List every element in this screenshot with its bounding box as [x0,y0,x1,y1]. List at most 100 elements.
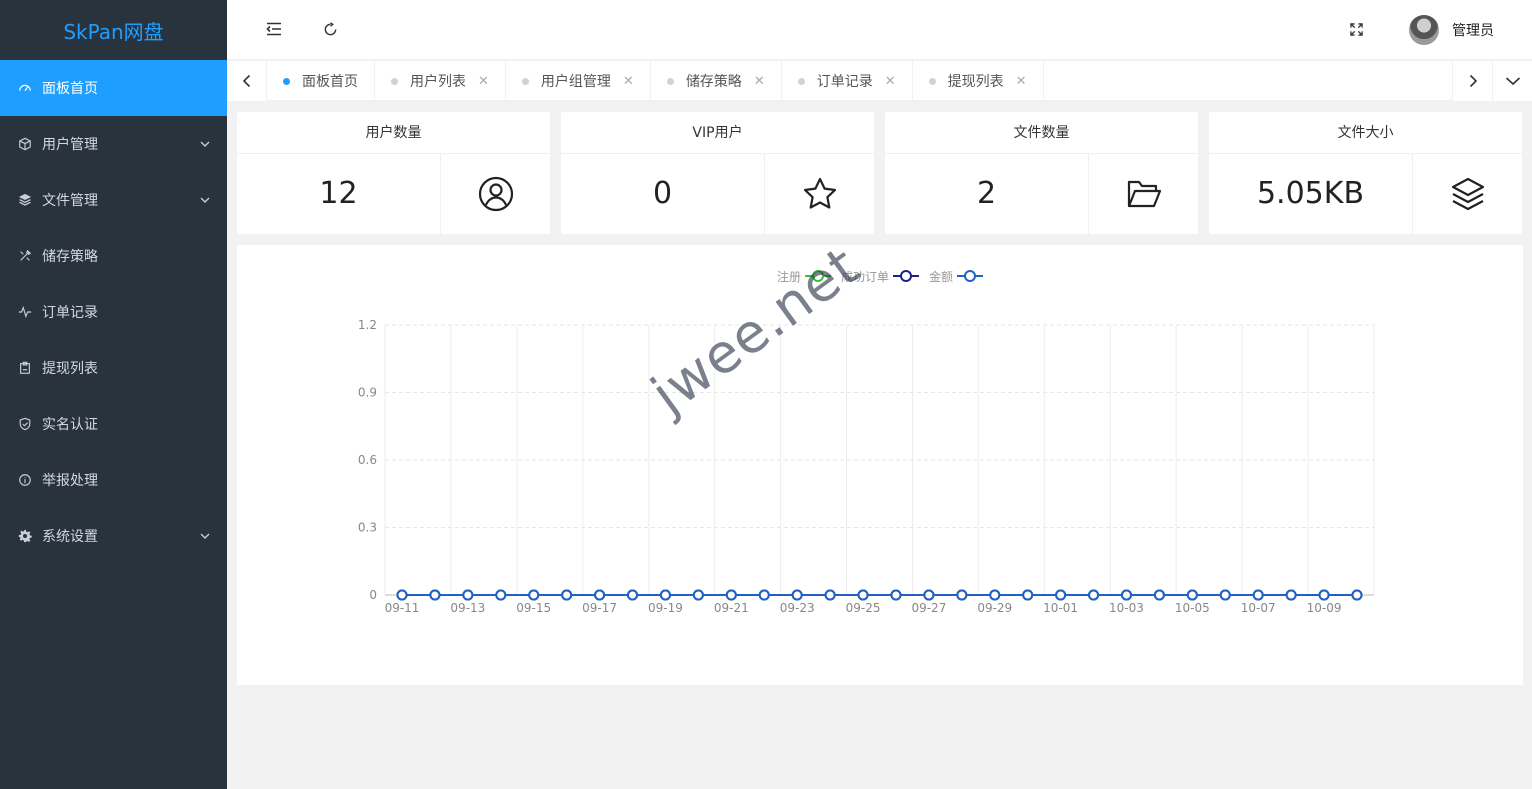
chevron-down-icon [1505,77,1520,86]
tab-dashboard[interactable]: 面板首页 [267,61,375,101]
data-point [659,589,671,601]
stat-card-users: 用户数量 12 [237,112,550,234]
sidebar-item-order-records[interactable]: 订单记录 [0,284,227,340]
refresh-button[interactable] [319,18,341,40]
app-logo[interactable]: SkPan网盘 [0,0,227,60]
data-point [857,589,869,601]
data-point [1055,589,1067,601]
data-point [956,589,968,601]
sidebar-item-label: 系统设置 [42,529,98,545]
data-point [824,589,836,601]
collapse-menu-button[interactable] [263,18,285,40]
top-bar: 管理员 [227,0,1532,60]
sidebar-item-real-name-auth[interactable]: 实名认证 [0,396,227,452]
data-point [1219,589,1231,601]
sidebar-item-label: 储存策略 [42,249,98,265]
stat-cards: 用户数量 12 VIP用户 0 文件数量 2 文件大小 5.05KB [237,112,1523,234]
data-point [725,589,737,601]
avatar [1409,15,1439,45]
tab-storage-policy[interactable]: 储存策略 ✕ [651,61,782,101]
data-point [1153,589,1165,601]
stat-title: 文件大小 [1209,112,1522,154]
y-tick-label: 0.6 [358,453,377,467]
data-point [1351,589,1363,601]
sidebar-item-label: 文件管理 [42,193,98,209]
data-point [462,589,474,601]
menu-fold-icon [266,22,281,36]
data-point [791,589,803,601]
stat-value: 12 [237,154,441,234]
tab-user-list[interactable]: 用户列表 ✕ [375,61,506,101]
sidebar-item-storage-policy[interactable]: 储存策略 [0,228,227,284]
stat-card-files: 文件数量 2 [885,112,1198,234]
close-icon[interactable]: ✕ [885,74,896,89]
tab-label: 用户组管理 [540,74,611,90]
y-tick-label: 1.2 [358,318,377,332]
sidebar-item-label: 用户管理 [42,137,98,153]
stat-title: VIP用户 [561,112,874,154]
tab-bar: 面板首页 用户列表 ✕ 用户组管理 ✕ 储存策略 ✕ 订单记录 ✕ 提现列表 ✕ [227,61,1532,101]
data-point [890,589,902,601]
tab-label: 订单记录 [816,74,873,90]
sidebar-item-report-handling[interactable]: 举报处理 [0,452,227,508]
chevron-down-icon [200,197,210,203]
stat-card-filesize: 文件大小 5.05KB [1209,112,1522,234]
sidebar-item-user-management[interactable]: 用户管理 [0,116,227,172]
x-tick-label: 10-03 [1109,601,1144,615]
sidebar-item-system-settings[interactable]: 系统设置 [0,508,227,564]
stat-value: 2 [885,154,1089,234]
x-tick-label: 09-21 [714,601,749,615]
data-point [627,589,639,601]
y-tick-label: 0 [369,588,377,602]
x-tick-label: 10-09 [1307,601,1342,615]
close-icon[interactable]: ✕ [1016,74,1027,89]
cube-icon [17,136,33,152]
sidebar: SkPan网盘 面板首页 用户管理 文件管理 储存策略 订单记录 提现列表 实名… [0,0,227,789]
user-menu[interactable]: 管理员 [1409,14,1494,46]
close-icon[interactable]: ✕ [754,74,765,89]
fullscreen-button[interactable] [1345,18,1367,40]
close-icon[interactable]: ✕ [623,74,634,89]
data-point [1120,589,1132,601]
data-point [396,589,408,601]
data-point [1285,589,1297,601]
tabs-scroll-left-button[interactable] [227,61,267,101]
x-tick-label: 09-19 [648,601,683,615]
chevron-down-icon [200,533,210,539]
tab-label: 提现列表 [947,74,1004,90]
x-tick-label: 09-27 [911,601,946,615]
sidebar-item-withdraw-list[interactable]: 提现列表 [0,340,227,396]
folder-open-icon [1090,154,1198,234]
user-circle-icon [442,154,550,234]
tabs-scroll-right-button[interactable] [1452,61,1492,101]
tab-withdraw-list[interactable]: 提现列表 ✕ [913,61,1044,101]
tab-user-group[interactable]: 用户组管理 ✕ [506,61,651,101]
stat-title: 文件数量 [885,112,1198,154]
tab-list: 面板首页 用户列表 ✕ 用户组管理 ✕ 储存策略 ✕ 订单记录 ✕ 提现列表 ✕ [267,61,1044,101]
sidebar-item-dashboard[interactable]: 面板首页 [0,60,227,116]
data-point [1318,589,1330,601]
tab-dot-icon [797,77,805,85]
data-point [989,589,1001,601]
y-tick-label: 0.3 [358,521,377,535]
x-tick-label: 10-05 [1175,601,1210,615]
data-point [1088,589,1100,601]
sidebar-item-file-management[interactable]: 文件管理 [0,172,227,228]
tab-dot-icon [928,77,936,85]
data-point [495,589,507,601]
dashboard-icon [17,80,33,96]
data-point [923,589,935,601]
data-point [594,589,606,601]
tabs-menu-button[interactable] [1492,61,1532,101]
fullscreen-icon [1349,22,1363,36]
close-icon[interactable]: ✕ [478,74,489,89]
stat-title: 用户数量 [237,112,550,154]
star-icon [766,154,874,234]
tab-order-records[interactable]: 订单记录 ✕ [782,61,913,101]
y-tick-label: 0.9 [358,386,377,400]
x-tick-label: 09-23 [780,601,815,615]
x-tick-label: 10-07 [1241,601,1276,615]
chevron-down-icon [200,141,210,147]
tab-label: 用户列表 [410,74,466,90]
stat-card-vip: VIP用户 0 [561,112,874,234]
